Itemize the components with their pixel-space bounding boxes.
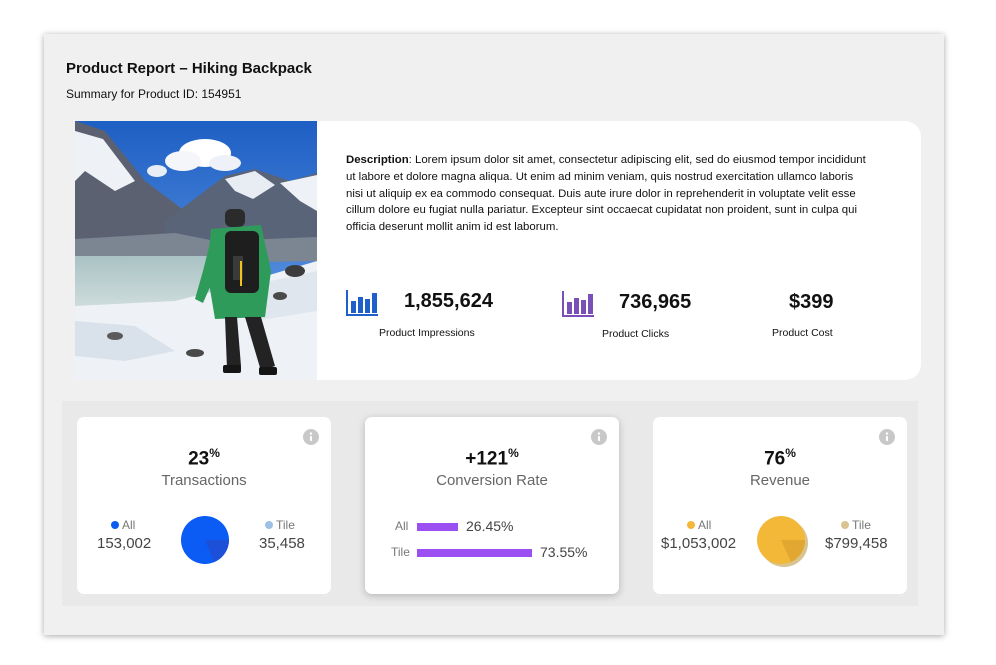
clicks-value: 736,965 (619, 291, 692, 313)
info-icon[interactable] (303, 429, 319, 445)
revenue-title: Revenue (749, 472, 811, 489)
legend-dot (687, 521, 695, 529)
report-window: Product Report – Hiking Backpack Summary… (44, 34, 944, 635)
legend-all: All (687, 518, 711, 532)
bar-value-all: 26.45% (466, 518, 514, 534)
product-card: Description: Lorem ipsum dolor sit amet,… (75, 121, 921, 380)
revenue-tile-value: $799,458 (825, 535, 888, 552)
impressions-value: 1,855,624 (404, 290, 493, 312)
product-description: Description: Lorem ipsum dolor sit amet,… (346, 152, 866, 236)
bar-label-all: All (395, 519, 409, 533)
conversion-percent: +121% (465, 446, 519, 470)
legend-tile: Tile (841, 518, 871, 532)
page-title: Product Report – Hiking Backpack (66, 60, 312, 77)
transactions-all-value: 153,002 (97, 535, 152, 552)
transactions-card: 23% Transactions All 153,002 Tile 35,458 (77, 417, 331, 594)
bar-tile (417, 549, 532, 557)
bar-all (417, 523, 458, 531)
page-subtitle: Summary for Product ID: 154951 (66, 87, 242, 101)
revenue-percent: 76% (764, 446, 796, 470)
conversion-title: Conversion Rate (436, 472, 548, 489)
description-label: Description (346, 154, 409, 166)
cost-label: Product Cost (772, 327, 833, 339)
conversion-rate-card: +121% Conversion Rate All 26.45% Tile 73… (365, 417, 619, 594)
info-icon[interactable] (879, 429, 895, 445)
impressions-bar-chart-icon (346, 290, 378, 316)
revenue-pie (757, 516, 808, 567)
legend-dot (841, 521, 849, 529)
description-text: : Lorem ipsum dolor sit amet, consectetu… (346, 154, 866, 234)
legend-tile: Tile (265, 518, 295, 532)
info-icon[interactable] (591, 429, 607, 445)
transactions-tile-value: 35,458 (259, 535, 305, 552)
clicks-label: Product Clicks (602, 328, 670, 340)
impressions-label: Product Impressions (379, 327, 475, 339)
cost-value: $399 (789, 291, 834, 313)
revenue-card: 76% Revenue All $1,053,002 Tile $799,458 (653, 417, 907, 594)
legend-all: All (111, 518, 135, 532)
legend-dot (265, 521, 273, 529)
revenue-all-value: $1,053,002 (661, 535, 737, 552)
stats-panel: 23% Transactions All 153,002 Tile 35,458… (62, 401, 918, 606)
transactions-percent: 23% (188, 446, 220, 470)
transactions-pie (181, 516, 231, 566)
bar-value-tile: 73.55% (540, 544, 588, 560)
bar-label-tile: Tile (391, 545, 410, 559)
clicks-bar-chart-icon (562, 291, 594, 317)
legend-dot (111, 521, 119, 529)
transactions-title: Transactions (161, 472, 247, 489)
product-photo (75, 121, 317, 380)
